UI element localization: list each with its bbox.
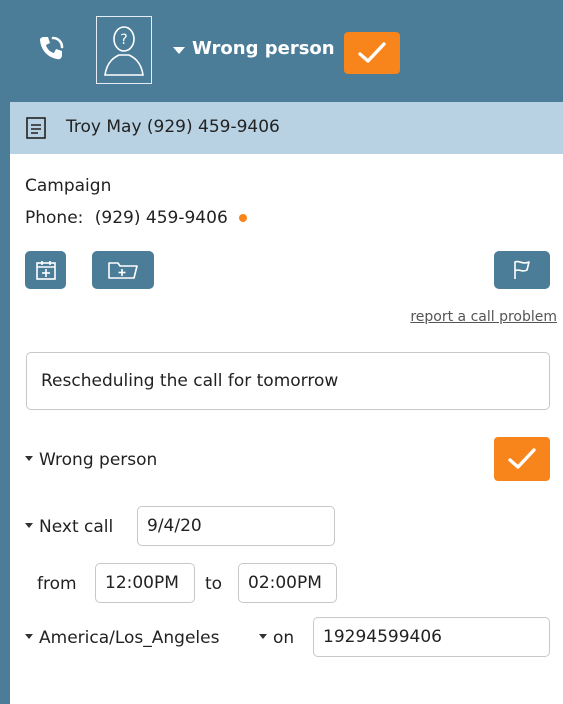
disposition-confirm-button[interactable] — [494, 437, 550, 481]
campaign-label: Campaign — [25, 176, 112, 196]
to-time-input[interactable] — [238, 563, 337, 603]
report-call-problem-link[interactable]: report a call problem — [410, 309, 557, 325]
next-call-toggle[interactable]: Next call — [25, 517, 113, 537]
timezone-caret-icon — [25, 633, 33, 639]
calendar-add-icon — [35, 261, 56, 280]
flag-call-button[interactable] — [494, 251, 550, 289]
call-note-input[interactable] — [26, 352, 550, 410]
flag-icon — [514, 260, 530, 279]
header-confirm-button[interactable] — [344, 32, 400, 74]
document-icon — [26, 117, 46, 139]
unknown-person-icon: ? — [104, 26, 144, 76]
disposition-label: Wrong person — [39, 450, 158, 470]
checkmark-icon — [508, 448, 536, 469]
call-header: ? Wrong person — [10, 0, 563, 102]
phone-row: Phone: (929) 459-9406 — [25, 208, 248, 228]
phone-logo-icon — [40, 36, 64, 60]
folder-add-icon — [108, 262, 138, 279]
to-label: to — [205, 574, 223, 594]
phone-value: (929) 459-9406 — [94, 208, 228, 228]
on-label: on — [273, 628, 295, 648]
next-call-caret-icon — [25, 522, 33, 528]
contact-avatar[interactable]: ? — [96, 16, 152, 84]
phone-status-dot — [239, 214, 248, 222]
phone-label: Phone: — [25, 208, 84, 228]
timezone-label: America/Los_Angeles — [39, 628, 220, 648]
callback-number-input[interactable] — [313, 617, 550, 657]
disposition-caret-icon — [25, 455, 33, 461]
disposition-dropdown-caret-icon[interactable] — [173, 47, 185, 54]
contact-summary: Troy May (929) 459-9406 — [66, 117, 280, 137]
timezone-selector[interactable]: America/Los_Angeles — [25, 628, 219, 648]
from-time-input[interactable] — [95, 563, 195, 603]
contact-bar[interactable]: Troy May (929) 459-9406 — [10, 102, 563, 154]
svg-text:?: ? — [120, 32, 127, 48]
next-call-label: Next call — [39, 517, 114, 537]
checkmark-icon — [358, 42, 386, 63]
next-call-date-input[interactable] — [137, 506, 335, 546]
on-caret-icon — [259, 633, 267, 639]
from-label: from — [37, 574, 77, 594]
add-to-folder-button[interactable] — [92, 251, 154, 289]
schedule-callback-button[interactable] — [25, 251, 66, 289]
disposition-selector[interactable]: Wrong person — [25, 450, 157, 470]
on-selector[interactable]: on — [259, 628, 294, 648]
header-disposition-label[interactable]: Wrong person — [192, 38, 335, 59]
